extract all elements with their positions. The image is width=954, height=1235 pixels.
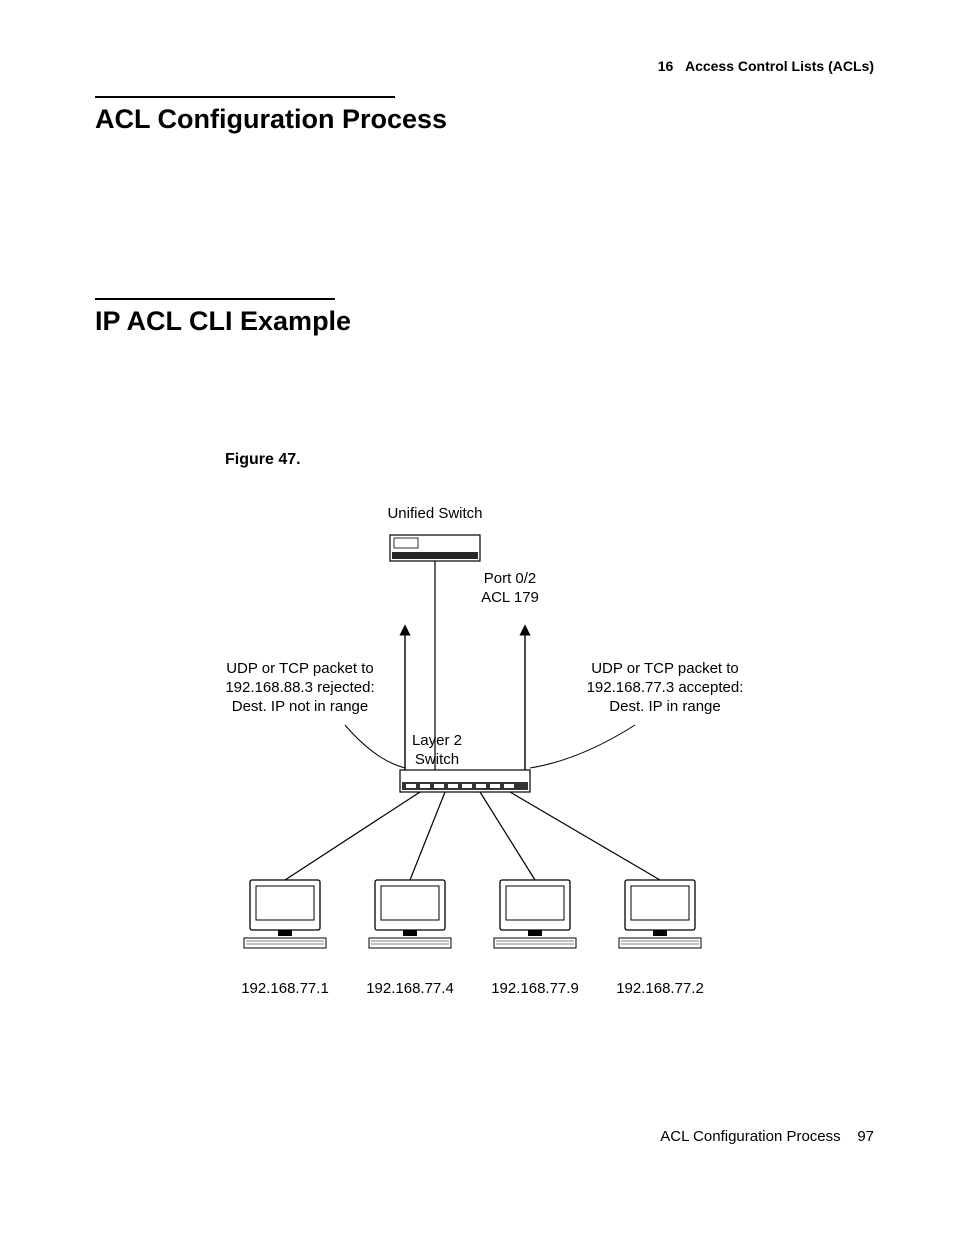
- note-line: UDP or TCP packet to: [591, 660, 739, 677]
- unified-switch-label: Unified Switch: [380, 505, 490, 524]
- rejected-note: UDP or TCP packet to 192.168.88.3 reject…: [210, 660, 390, 716]
- footer-section-title: ACL Configuration Process: [660, 1128, 840, 1145]
- accepted-note: UDP or TCP packet to 192.168.77.3 accept…: [575, 660, 755, 716]
- network-diagram: Unified Switch Port 0/2 ACL 179 UDP or T…: [180, 500, 780, 1020]
- host-ip-4: 192.168.77.2: [610, 980, 710, 999]
- port-line-1: Port 0/2: [484, 570, 537, 587]
- port-label: Port 0/2 ACL 179: [470, 570, 550, 608]
- host-icon: [244, 880, 701, 948]
- chapter-title: Access Control Lists (ACLs): [685, 58, 874, 74]
- host-ip-3: 192.168.77.9: [485, 980, 585, 999]
- layer2-switch-label: Layer 2 Switch: [402, 732, 472, 770]
- section-rule: [95, 298, 335, 300]
- host-ip-1: 192.168.77.1: [235, 980, 335, 999]
- figure-label: Figure 47.: [225, 451, 301, 469]
- note-line: Dest. IP in range: [609, 698, 720, 715]
- running-header: 16 Access Control Lists (ACLs): [658, 58, 874, 74]
- section-rule: [95, 96, 395, 98]
- port-line-2: ACL 179: [481, 589, 539, 606]
- note-line: UDP or TCP packet to: [226, 660, 374, 677]
- host-ip-2: 192.168.77.4: [360, 980, 460, 999]
- chapter-number: 16: [658, 58, 674, 74]
- unified-switch-icon: [390, 535, 480, 561]
- section-heading-2: IP ACL CLI Example: [95, 306, 351, 337]
- label-line: Switch: [415, 751, 459, 768]
- note-line: 192.168.77.3 accepted:: [587, 679, 744, 696]
- layer2-switch-icon: [400, 770, 530, 792]
- note-line: 192.168.88.3 rejected:: [225, 679, 374, 696]
- label-line: Layer 2: [412, 732, 462, 749]
- page-footer: ACL Configuration Process 97: [660, 1128, 874, 1145]
- footer-page-number: 97: [857, 1128, 874, 1145]
- note-line: Dest. IP not in range: [232, 698, 368, 715]
- section-heading-1: ACL Configuration Process: [95, 104, 447, 135]
